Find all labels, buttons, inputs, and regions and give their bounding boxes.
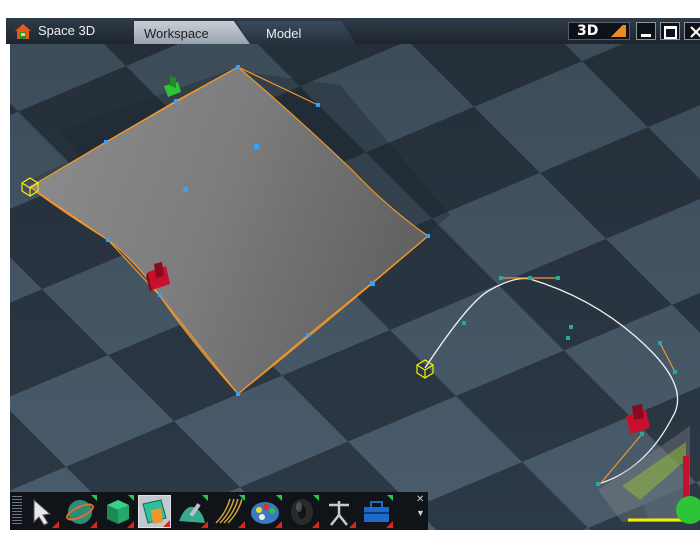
tool-surface-patch[interactable] [138, 495, 171, 528]
view-mode-button[interactable]: 3D [568, 22, 630, 40]
tab-model-label: Model [266, 26, 302, 41]
tab-workspace[interactable]: Workspace [134, 21, 250, 44]
tool-torus[interactable] [286, 495, 319, 528]
maximize-button[interactable] [660, 22, 680, 40]
toolbar-scroll-down-icon[interactable]: ▼ [416, 508, 425, 518]
view-mode-label: 3D [577, 23, 599, 39]
maximize-icon [664, 26, 677, 39]
application-window: Space 3D Workspace Model 3D ✕ ▼ [0, 0, 700, 536]
tab-workspace-label: Workspace [144, 26, 209, 41]
submenu-indicator [52, 521, 59, 528]
close-icon [690, 26, 700, 38]
close-button[interactable] [684, 22, 700, 40]
tool-select-arrow[interactable] [26, 495, 59, 528]
house-logo-icon [15, 24, 31, 39]
tool-sculpt[interactable] [175, 495, 208, 528]
tool-materials[interactable] [249, 495, 282, 528]
title-bar: Space 3D Workspace Model 3D [6, 18, 700, 44]
toolbar-close-icon[interactable]: ✕ [416, 494, 424, 505]
toolbar-grip[interactable] [12, 496, 22, 526]
scene [10, 44, 700, 530]
tool-cube[interactable] [101, 495, 134, 528]
minimize-button[interactable] [636, 22, 656, 40]
3d-viewport[interactable] [10, 44, 700, 530]
corner-flag-icon [610, 25, 626, 37]
app-title: Space 3D [38, 23, 96, 38]
tool-strands[interactable] [212, 495, 245, 528]
tab-model[interactable]: Model [236, 21, 356, 44]
tool-toolbox[interactable] [360, 495, 393, 528]
tool-palette: ✕ ▼ [10, 492, 428, 530]
tool-sphere[interactable] [64, 495, 97, 528]
tool-figure[interactable] [323, 495, 356, 528]
minimize-icon [641, 34, 651, 37]
